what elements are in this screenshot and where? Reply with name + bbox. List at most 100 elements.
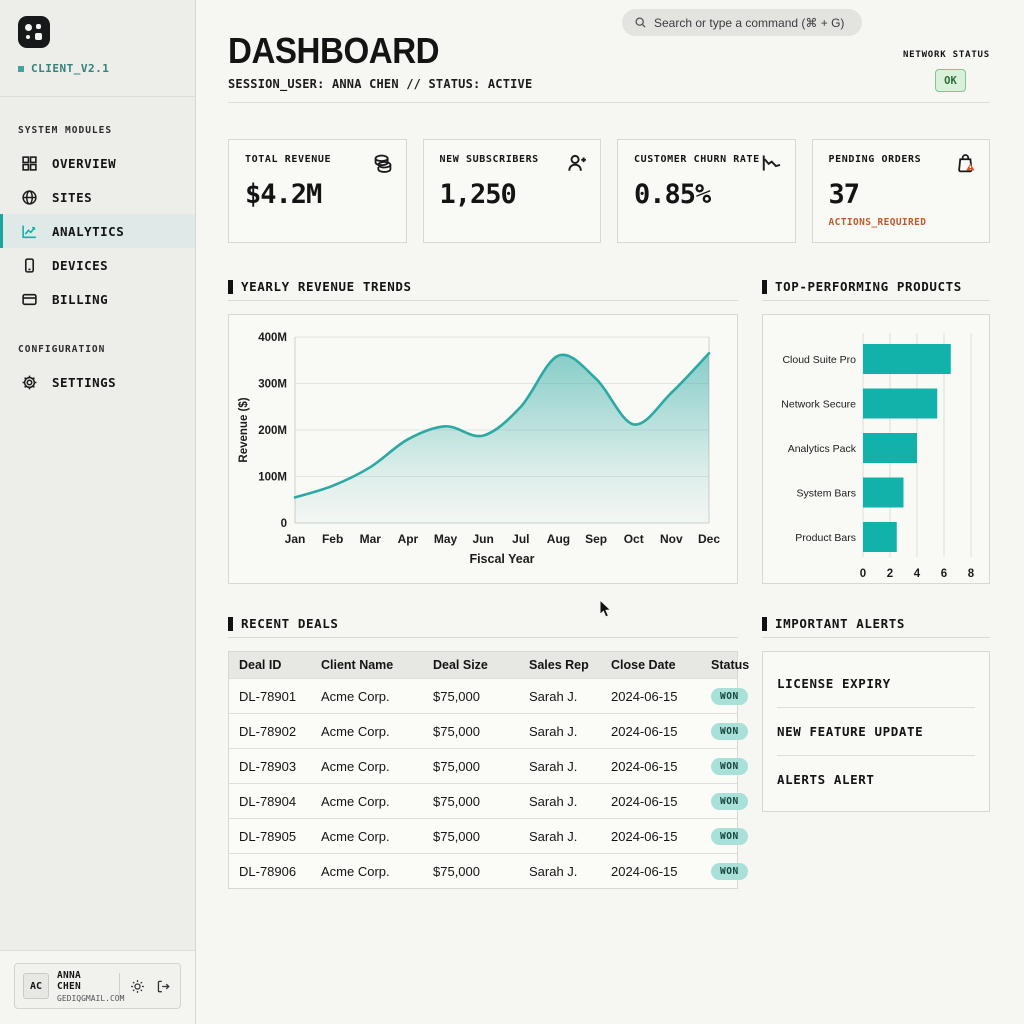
section-title: TOP-PERFORMING PRODUCTS [775,279,962,294]
sidebar-item-label: SITES [52,190,92,205]
table-row[interactable]: DL-78904Acme Corp.$75,000Sarah J.2024-06… [229,783,737,818]
theme-toggle-sun-icon[interactable] [128,979,146,994]
deals-table: Deal IDClient NameDeal SizeSales RepClos… [228,651,738,889]
table-cell: Acme Corp. [311,856,423,887]
user-card[interactable]: AC ANNA CHEN GEDIQGMAIL.COM [14,963,181,1009]
session-subtitle: SESSION_USER: ANNA CHEN // STATUS: ACTIV… [228,77,990,91]
table-cell: Sarah J. [519,716,601,747]
sidebar-item-devices[interactable]: DEVICES [0,248,195,282]
table-row[interactable]: DL-78903Acme Corp.$75,000Sarah J.2024-06… [229,748,737,783]
column-header: Deal Size [423,652,519,678]
table-cell: Acme Corp. [311,751,423,782]
alert-item[interactable]: LICENSE EXPIRY [777,660,975,707]
kpi-cards: TOTAL REVENUE$4.2MNEW SUBSCRIBERS1,250 CU… [228,139,990,243]
alert-item[interactable]: ALERTS ALERT [777,755,975,803]
gear-icon [21,374,38,391]
svg-text:Mar: Mar [360,532,382,546]
divider [228,102,990,103]
table-header-row: Deal IDClient NameDeal SizeSales RepClos… [229,652,737,678]
avatar: AC [23,973,49,999]
status-badge: WON [711,828,748,845]
kpi-card-total-revenue: TOTAL REVENUE$4.2M [228,139,407,243]
status-cell: WON [701,784,758,818]
logout-icon[interactable] [154,979,172,994]
svg-text:200M: 200M [258,425,287,437]
alert-item[interactable]: NEW FEATURE UPDATE [777,707,975,755]
section-title: IMPORTANT ALERTS [775,616,905,631]
table-cell: Acme Corp. [311,821,423,852]
user-email: GEDIQGMAIL.COM [57,994,111,1003]
svg-text:6: 6 [941,568,947,580]
kpi-note: ACTIONS_REQUIRED [829,217,976,228]
table-row[interactable]: DL-78902Acme Corp.$75,000Sarah J.2024-06… [229,713,737,748]
status-badge: WON [711,688,748,705]
bag-alert-icon [955,152,977,174]
sidebar-item-billing[interactable]: BILLING [0,282,195,316]
svg-text:0: 0 [860,568,866,580]
table-row[interactable]: DL-78901Acme Corp.$75,000Sarah J.2024-06… [229,678,737,713]
table-cell: Sarah J. [519,786,601,817]
table-cell: Sarah J. [519,856,601,887]
table-cell: $75,000 [423,681,519,712]
svg-text:Analytics Pack: Analytics Pack [788,443,857,455]
table-body: DL-78901Acme Corp.$75,000Sarah J.2024-06… [229,678,737,888]
table-cell: Acme Corp. [311,786,423,817]
smartphone-icon [21,257,38,274]
svg-text:Fiscal Year: Fiscal Year [469,552,534,566]
svg-text:System Bars: System Bars [796,488,856,500]
section-bar-icon [228,280,233,294]
revenue-area-chart: 0100M200M300M400MJanFebMarAprMayJunJulAu… [228,314,738,584]
top-products-section: TOP-PERFORMING PRODUCTS 02468Cloud Suite… [762,281,990,584]
status-badge: WON [711,793,748,810]
section-title: YEARLY REVENUE TRENDS [241,279,412,294]
kpi-value: 0.85% [634,179,781,210]
status-cell: WON [701,679,758,713]
table-cell: DL-78905 [229,821,311,852]
sidebar: CLIENT_V2.1 SYSTEM MODULES OVERVIEW SITES A… [0,0,196,1024]
section-bar-icon [228,617,233,631]
kpi-card-pending-orders: PENDING ORDERS37ACTIONS_REQUIRED [812,139,991,243]
table-cell: Acme Corp. [311,716,423,747]
app-logo-icon[interactable] [18,16,50,48]
sidebar-item-sites[interactable]: SITES [0,180,195,214]
sidebar-item-label: SETTINGS [52,375,116,390]
globe-icon [21,189,38,206]
grid-icon [21,155,38,172]
table-cell: DL-78901 [229,681,311,712]
svg-text:Jul: Jul [512,532,529,546]
sidebar-item-settings[interactable]: SETTINGS [0,365,195,399]
status-cell: WON [701,714,758,748]
svg-text:May: May [434,532,458,546]
table-row[interactable]: DL-78906Acme Corp.$75,000Sarah J.2024-06… [229,853,737,888]
kpi-label: CUSTOMER CHURN RATE [634,154,781,165]
svg-text:8: 8 [968,568,975,580]
svg-text:Network Secure: Network Secure [781,399,856,411]
table-cell: 2024-06-15 [601,786,701,817]
brand-label: CLIENT_V2.1 [31,62,109,75]
column-header: Close Date [601,652,701,678]
table-row[interactable]: DL-78905Acme Corp.$75,000Sarah J.2024-06… [229,818,737,853]
svg-text:Oct: Oct [624,532,644,546]
svg-text:Feb: Feb [322,532,343,546]
status-badge: WON [711,723,748,740]
divider [119,973,120,999]
kpi-card-new-subscribers: NEW SUBSCRIBERS1,250 [423,139,602,243]
page-title: DASHBOARD [228,0,929,69]
network-status-badge: OK [935,69,966,92]
svg-text:Nov: Nov [660,532,683,546]
svg-text:4: 4 [914,568,921,580]
status-cell: WON [701,749,758,783]
sidebar-item-overview[interactable]: OVERVIEW [0,146,195,180]
table-cell: 2024-06-15 [601,751,701,782]
brand-bullet-icon [18,66,24,72]
table-cell: 2024-06-15 [601,716,701,747]
kpi-label: TOTAL REVENUE [245,154,392,165]
sidebar-item-analytics[interactable]: ANALYTICS [0,214,195,248]
table-cell: $75,000 [423,716,519,747]
credit-card-icon [21,291,38,308]
kpi-value: 1,250 [440,179,587,210]
table-cell: $75,000 [423,856,519,887]
products-bar-chart: 02468Cloud Suite ProNetwork SecureAnalyt… [762,314,990,584]
sidebar-section-label: SYSTEM MODULES [0,125,195,136]
table-cell: Sarah J. [519,751,601,782]
